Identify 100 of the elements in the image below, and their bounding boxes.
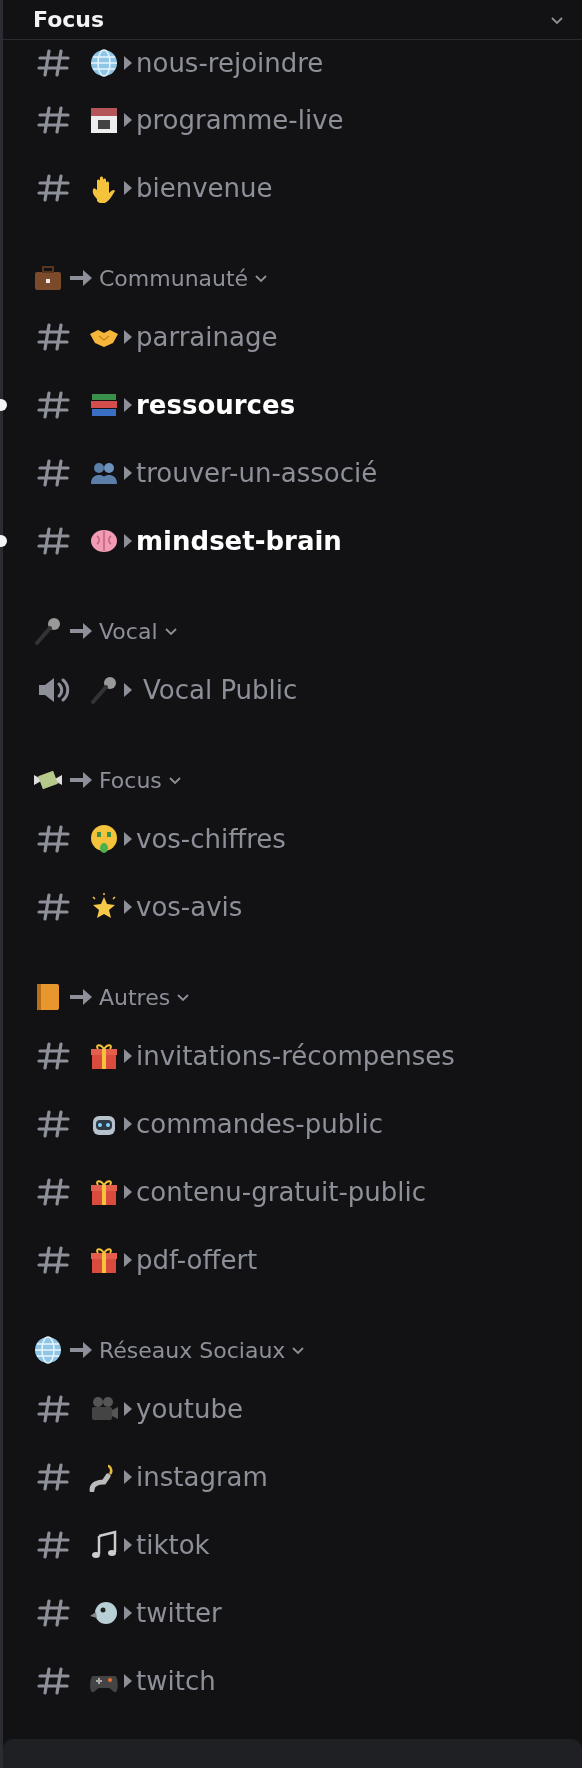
arrow-icon [69, 1341, 93, 1359]
arrow-icon [69, 622, 93, 640]
channel-item[interactable]: trouver-un-associé [3, 439, 582, 507]
category-name: Autres [99, 984, 171, 1010]
caret-icon [123, 329, 133, 345]
channel-item[interactable]: Vocal Public [3, 656, 582, 724]
caret-icon [123, 397, 133, 413]
briefcase-icon [33, 263, 63, 293]
category-header[interactable]: Réseaux Sociaux [3, 1330, 582, 1370]
hash-icon [37, 1109, 71, 1139]
arrow-icon [69, 988, 93, 1006]
category-header[interactable]: Vocal [3, 611, 582, 651]
speaker-icon [37, 675, 71, 705]
hash-icon [37, 1394, 71, 1424]
hash-icon [37, 1177, 71, 1207]
chevron-icon [291, 1345, 306, 1355]
channel-name: vos-avis [136, 892, 243, 922]
hash-icon [37, 322, 71, 352]
music-note-icon [89, 1530, 119, 1560]
caret-icon [123, 1252, 133, 1268]
chevron-icon [176, 992, 191, 1002]
channel-name: commandes-public [136, 1109, 383, 1139]
hash-icon [37, 1598, 71, 1628]
caret-icon [123, 1537, 133, 1553]
calendar-icon [89, 105, 119, 135]
caret-icon [123, 1605, 133, 1621]
caret-icon [123, 1048, 133, 1064]
caret-icon [123, 1673, 133, 1689]
category-header[interactable]: Focus [3, 760, 582, 800]
caret-icon [123, 682, 133, 698]
channel-name: youtube [136, 1394, 243, 1424]
channel-name: vos-chiffres [136, 824, 286, 854]
gift-icon [89, 1177, 119, 1207]
caret-icon [123, 831, 133, 847]
channel-item[interactable]: vos-avis [3, 873, 582, 941]
hash-icon [37, 892, 71, 922]
channel-name: pdf-offert [136, 1245, 258, 1275]
caret-icon [123, 180, 133, 196]
category-name: Vocal [99, 618, 158, 644]
gift-icon [89, 1041, 119, 1071]
globe-icon [33, 1335, 63, 1365]
channel-name: mindset-brain [136, 526, 342, 556]
caret-icon [123, 112, 133, 128]
hash-icon [37, 173, 71, 203]
channel-name: ressources [136, 390, 296, 420]
hash-icon [37, 526, 71, 556]
channel-name: bienvenue [136, 173, 273, 203]
microphone-icon [33, 616, 63, 646]
caret-icon [123, 899, 133, 915]
category-name: Communauté [99, 265, 249, 291]
hash-icon [37, 1462, 71, 1492]
hash-icon [37, 458, 71, 488]
channel-item[interactable]: twitter [3, 1579, 582, 1647]
arrow-icon [69, 269, 93, 287]
hash-icon [37, 1530, 71, 1560]
channel-name: tiktok [136, 1530, 210, 1560]
channel-name: instagram [136, 1462, 268, 1492]
category-header[interactable]: Autres [3, 977, 582, 1017]
category-header[interactable]: Communauté [3, 258, 582, 298]
hash-icon [37, 1041, 71, 1071]
hash-icon [37, 1666, 71, 1696]
channel-item[interactable]: mindset-brain [3, 507, 582, 575]
caret-icon [123, 1116, 133, 1132]
channel-item[interactable]: twitch [3, 1647, 582, 1715]
caret-icon [123, 1469, 133, 1485]
money-face-icon [89, 824, 119, 854]
channel-item[interactable]: invitations-récompenses [3, 1022, 582, 1090]
channel-name: parrainage [136, 322, 278, 352]
microphone-icon [89, 675, 119, 705]
channel-name: nous-rejoindre [136, 48, 324, 78]
channel-item[interactable]: parrainage [3, 303, 582, 371]
channel-item[interactable]: instagram [3, 1443, 582, 1511]
channel-item[interactable]: ressources [3, 371, 582, 439]
category-name: Réseaux Sociaux [99, 1337, 286, 1363]
gift-icon [89, 1245, 119, 1275]
channel-item[interactable]: vos-chiffres [3, 805, 582, 873]
channel-name: Vocal Public [143, 675, 298, 705]
chevron-icon [254, 273, 269, 283]
hash-icon [37, 824, 71, 854]
channel-item[interactable]: youtube [3, 1375, 582, 1443]
caret-icon [123, 465, 133, 481]
chevron-icon [163, 626, 178, 636]
channel-name: twitter [136, 1598, 222, 1628]
channel-item[interactable]: tiktok [3, 1511, 582, 1579]
caret-icon [123, 55, 133, 71]
caret-icon [123, 1184, 133, 1200]
arrow-icon [69, 771, 93, 789]
channel-item[interactable]: commandes-public [3, 1090, 582, 1158]
channel-item[interactable]: bienvenue [3, 154, 582, 222]
server-name: Focus [33, 6, 105, 33]
channel-name: programme-live [136, 105, 344, 135]
channel-item[interactable]: contenu-gratuit-public [3, 1158, 582, 1226]
channel-name: contenu-gratuit-public [136, 1177, 427, 1207]
channel-name: trouver-un-associé [136, 458, 378, 488]
channel-item[interactable]: nous-rejoindre [3, 40, 582, 86]
hash-icon [37, 105, 71, 135]
channel-item[interactable]: programme-live [3, 86, 582, 154]
chevron-icon [167, 775, 182, 785]
channel-item[interactable]: pdf-offert [3, 1226, 582, 1294]
hash-icon [37, 48, 71, 78]
